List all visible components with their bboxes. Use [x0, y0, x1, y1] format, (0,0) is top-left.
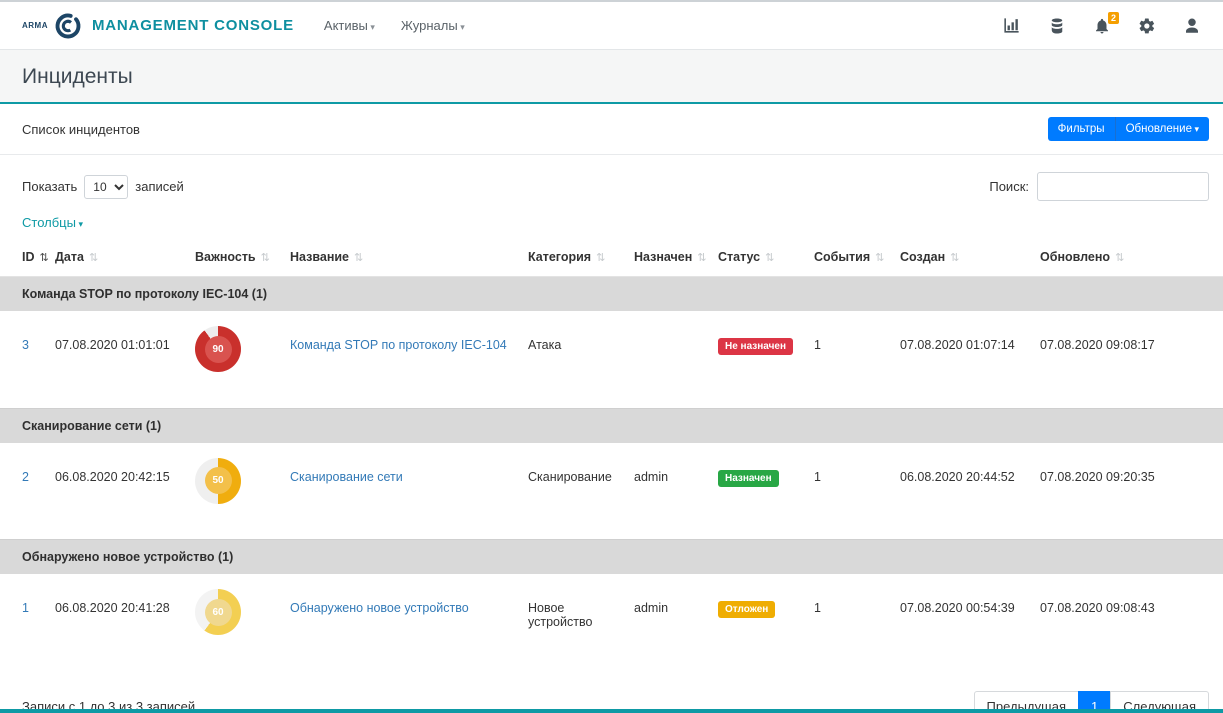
nav-icon-group: 2	[1002, 16, 1201, 35]
table-controls: Показать 10 записей Поиск:	[0, 155, 1223, 205]
user-icon[interactable]	[1183, 17, 1201, 35]
bell-icon[interactable]: 2	[1093, 17, 1111, 35]
sort-icon: ⇅	[875, 252, 884, 264]
page-title: Инциденты	[22, 65, 1201, 89]
arma-spiral-icon	[54, 12, 82, 40]
incident-name-link[interactable]: Обнаружено новое устройство	[290, 601, 469, 615]
incident-updated: 07.08.2020 09:08:43	[1032, 574, 1223, 671]
incident-events: 1	[806, 311, 892, 408]
col-header-assignee[interactable]: Назначен⇅	[626, 240, 710, 277]
brand-logo[interactable]: ARMA MANAGEMENT CONSOLE	[22, 12, 294, 40]
severity-donut: 60	[195, 589, 241, 635]
col-header-category[interactable]: Категория⇅	[520, 240, 626, 277]
table-footer: Записи с 1 до 3 из 3 записей Предыдущая …	[0, 671, 1223, 713]
incident-assignee: admin	[626, 443, 710, 540]
incidents-table: ID⇅ Дата⇅ Важность⇅ Название⇅ Категория⇅…	[0, 240, 1223, 671]
table-header-row: ID⇅ Дата⇅ Важность⇅ Название⇅ Категория⇅…	[0, 240, 1223, 277]
columns-dropdown[interactable]: Столбцы	[0, 205, 105, 236]
col-header-name[interactable]: Название⇅	[282, 240, 520, 277]
card-title: Список инцидентов	[22, 122, 140, 137]
incident-assignee	[626, 311, 710, 408]
incident-created: 06.08.2020 20:44:52	[892, 443, 1032, 540]
card-header: Список инцидентов Фильтры Обновление	[0, 104, 1223, 155]
incident-name-link[interactable]: Сканирование сети	[290, 470, 403, 484]
database-icon[interactable]	[1048, 17, 1066, 35]
sort-icon: ⇅	[354, 252, 363, 264]
incident-events: 1	[806, 574, 892, 671]
status-badge: Не назначен	[718, 338, 793, 355]
severity-value: 60	[205, 599, 232, 626]
incident-category: Новое устройство	[520, 574, 626, 671]
incident-updated: 07.08.2020 09:20:35	[1032, 443, 1223, 540]
show-label: Показать	[22, 179, 77, 194]
incident-category: Сканирование	[520, 443, 626, 540]
search-group: Поиск:	[989, 172, 1209, 201]
bottom-accent-bar	[0, 709, 1223, 713]
brand-title: MANAGEMENT CONSOLE	[92, 17, 294, 34]
incident-id-link[interactable]: 1	[22, 601, 29, 615]
incident-category: Атака	[520, 311, 626, 408]
col-header-date[interactable]: Дата⇅	[47, 240, 187, 277]
gear-icon[interactable]	[1138, 17, 1156, 35]
severity-value: 90	[205, 336, 232, 363]
page-size-select[interactable]: 10	[84, 175, 128, 199]
page-size-group: Показать 10 записей	[22, 175, 184, 199]
incident-events: 1	[806, 443, 892, 540]
sort-icon: ⇅	[950, 252, 959, 264]
sort-icon: ⇅	[697, 252, 706, 264]
col-header-events[interactable]: События⇅	[806, 240, 892, 277]
bar-chart-icon[interactable]	[1002, 16, 1021, 35]
update-dropdown-button[interactable]: Обновление	[1116, 117, 1209, 141]
table-row: 1 06.08.2020 20:41:28 60 Обнаружено ново…	[0, 574, 1223, 671]
page-title-band: Инциденты	[0, 50, 1223, 104]
sort-icon: ⇅	[89, 252, 98, 264]
top-navbar: ARMA MANAGEMENT CONSOLE Активы Журналы	[0, 2, 1223, 50]
incident-created: 07.08.2020 01:07:14	[892, 311, 1032, 408]
status-badge: Назначен	[718, 470, 779, 487]
management-console-app: ARMA MANAGEMENT CONSOLE Активы Журналы	[0, 0, 1223, 713]
col-header-severity[interactable]: Важность⇅	[187, 240, 282, 277]
group-header: Обнаружено новое устройство (1)	[0, 540, 1223, 575]
card-actions: Фильтры Обновление	[1048, 117, 1209, 141]
nav-menu-assets[interactable]: Активы	[324, 18, 375, 33]
group-header: Команда STOP по протоколу IEC-104 (1)	[0, 277, 1223, 312]
table-row: 3 07.08.2020 01:01:01 90 Команда STOP по…	[0, 311, 1223, 408]
table-row: 2 06.08.2020 20:42:15 50 Сканирование се…	[0, 443, 1223, 540]
incident-id-link[interactable]: 3	[22, 338, 29, 352]
severity-donut: 50	[195, 458, 241, 504]
incident-name-link[interactable]: Команда STOP по протоколу IEC-104	[290, 338, 507, 352]
col-header-id[interactable]: ID⇅	[0, 240, 47, 277]
severity-donut: 90	[195, 326, 241, 372]
records-label: записей	[135, 179, 183, 194]
nav-menu-logs[interactable]: Журналы	[401, 18, 465, 33]
incident-date: 06.08.2020 20:42:15	[47, 443, 187, 540]
search-label: Поиск:	[989, 179, 1029, 194]
filters-button[interactable]: Фильтры	[1048, 117, 1116, 141]
group-header: Сканирование сети (1)	[0, 408, 1223, 443]
severity-value: 50	[205, 467, 232, 494]
col-header-updated[interactable]: Обновлено⇅	[1032, 240, 1223, 277]
incident-updated: 07.08.2020 09:08:17	[1032, 311, 1223, 408]
sort-icon: ⇅	[261, 252, 270, 264]
sort-icon: ⇅	[596, 252, 605, 264]
search-input[interactable]	[1037, 172, 1209, 201]
incident-date: 07.08.2020 01:01:01	[47, 311, 187, 408]
incident-assignee: admin	[626, 574, 710, 671]
sort-icon: ⇅	[1115, 252, 1124, 264]
col-header-created[interactable]: Создан⇅	[892, 240, 1032, 277]
col-header-status[interactable]: Статус⇅	[710, 240, 806, 277]
sort-icon: ⇅	[765, 252, 774, 264]
logo-arma-text: ARMA	[22, 21, 48, 30]
nav-menus: Активы Журналы	[324, 18, 465, 33]
incident-date: 06.08.2020 20:41:28	[47, 574, 187, 671]
status-badge: Отложен	[718, 601, 775, 618]
sort-icon: ⇅	[40, 252, 49, 264]
incident-id-link[interactable]: 2	[22, 470, 29, 484]
notification-badge: 2	[1108, 12, 1119, 24]
incident-created: 07.08.2020 00:54:39	[892, 574, 1032, 671]
